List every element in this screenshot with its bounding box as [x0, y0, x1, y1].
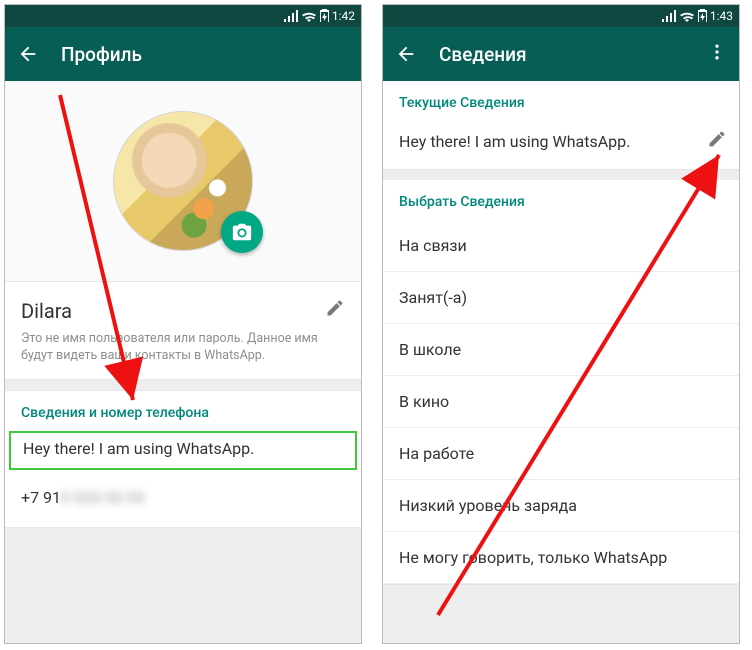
overflow-menu-icon[interactable] [707, 42, 727, 66]
wifi-icon [301, 10, 317, 22]
choose-status-block: Выбрать Сведения На связиЗанят(-а)В школ… [383, 180, 739, 585]
appbar: Сведения [383, 27, 739, 81]
phone-right: 1:43 Сведения Текущие Сведения Hey there… [382, 4, 740, 644]
profile-name: Dilara [21, 299, 72, 323]
statusbar: 1:43 [383, 5, 739, 27]
status-option[interactable]: Низкий уровень заряда [383, 480, 739, 532]
battery-icon [698, 9, 707, 23]
appbar: Профиль [5, 27, 361, 81]
current-status-block: Текущие Сведения Hey there! I am using W… [383, 81, 739, 170]
camera-icon [231, 221, 253, 243]
battery-icon [320, 9, 329, 23]
phone-number: +7 910 000 00 00 [5, 476, 361, 527]
wifi-icon [679, 10, 695, 22]
phone-left: 1:42 Профиль Dilara Это не имя пользоват… [4, 4, 362, 644]
statusbar-time: 1:43 [710, 9, 733, 23]
pencil-icon[interactable] [325, 298, 345, 323]
camera-fab[interactable] [221, 211, 263, 253]
name-row[interactable]: Dilara [5, 282, 361, 331]
current-status-label: Текущие Сведения [383, 81, 739, 121]
back-icon[interactable] [395, 43, 417, 65]
current-status-text: Hey there! I am using WhatsApp. [399, 132, 630, 151]
status-option[interactable]: В кино [383, 376, 739, 428]
status-option[interactable]: Занят(-а) [383, 272, 739, 324]
profile-content: Dilara Это не имя пользователя или парол… [5, 81, 361, 528]
current-status-row[interactable]: Hey there! I am using WhatsApp. [383, 121, 739, 169]
choose-status-label: Выбрать Сведения [383, 180, 739, 220]
status-text[interactable]: Hey there! I am using WhatsApp. [9, 431, 357, 470]
status-option[interactable]: На связи [383, 220, 739, 272]
phone-hidden: 0 000 00 00 [61, 488, 145, 507]
status-section-label: Сведения и номер телефона [5, 391, 361, 431]
appbar-title: Профиль [61, 43, 142, 66]
back-icon[interactable] [17, 43, 39, 65]
about-content: Текущие Сведения Hey there! I am using W… [383, 81, 739, 585]
statusbar: 1:42 [5, 5, 361, 27]
pencil-icon[interactable] [707, 129, 727, 153]
signal-icon [662, 10, 676, 22]
appbar-title: Сведения [439, 43, 527, 66]
statusbar-time: 1:42 [332, 9, 355, 23]
status-option[interactable]: В школе [383, 324, 739, 376]
status-option[interactable]: На работе [383, 428, 739, 480]
status-card: Сведения и номер телефона Hey there! I a… [5, 390, 361, 528]
avatar-section [5, 81, 361, 281]
name-card: Dilara Это не имя пользователя или парол… [5, 281, 361, 380]
status-options-list: На связиЗанят(-а)В школеВ киноНа работеН… [383, 220, 739, 584]
phone-prefix: +7 91 [21, 488, 61, 507]
signal-icon [284, 10, 298, 22]
name-helper: Это не имя пользователя или пароль. Данн… [5, 331, 361, 379]
status-option[interactable]: Не могу говорить, только WhatsApp [383, 532, 739, 584]
